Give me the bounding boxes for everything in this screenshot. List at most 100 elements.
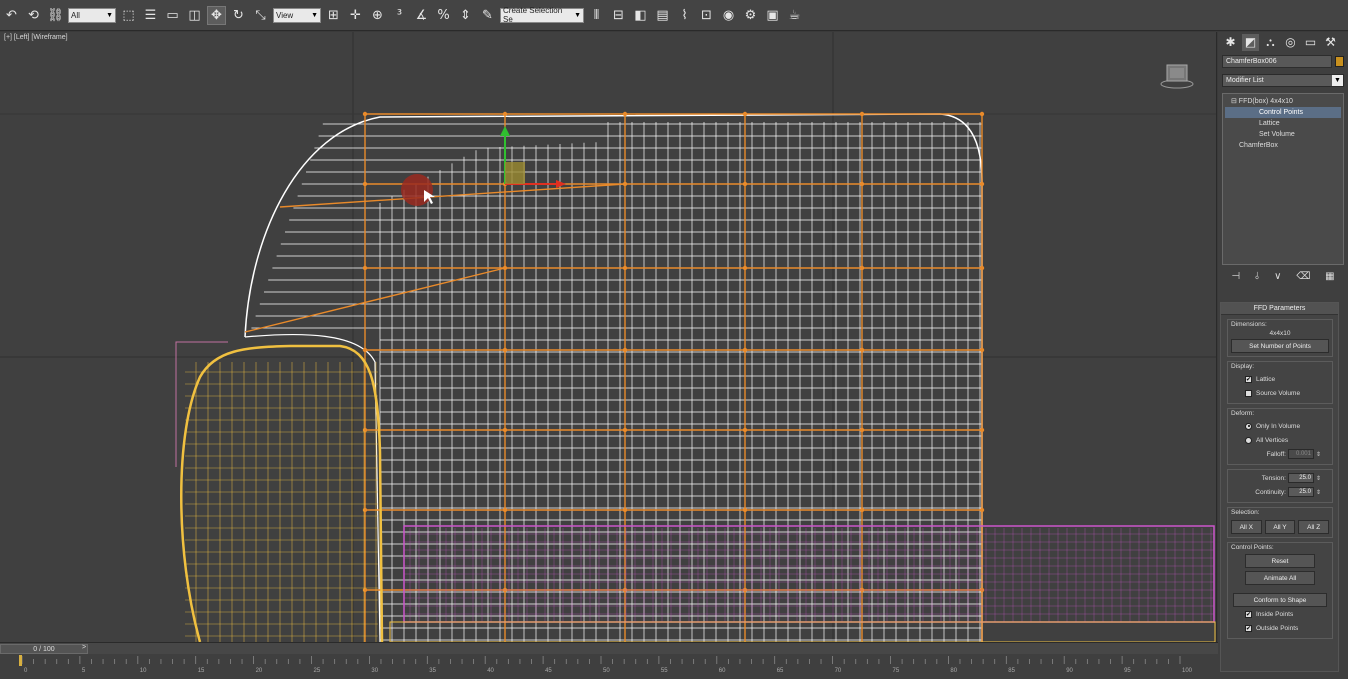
redo-icon[interactable]: ⟲	[24, 6, 43, 25]
undo-icon[interactable]: ↶	[2, 6, 21, 25]
checkbox-checked-icon[interactable]: ✔	[1245, 610, 1252, 618]
pivot-icon[interactable]: ⊞	[324, 6, 343, 25]
rendered-frame-icon[interactable]: ▣	[763, 6, 782, 25]
outside-points-checkbox[interactable]: ✔ Outside Points	[1231, 621, 1329, 635]
graphite-icon[interactable]: ▤	[653, 6, 672, 25]
falloff-spinner[interactable]: 0.001	[1287, 449, 1314, 459]
create-tab[interactable]: ✱	[1222, 34, 1239, 51]
modifier-list-dropdown[interactable]: Modifier List ▼	[1222, 74, 1344, 87]
link-icon[interactable]: ⛓	[46, 6, 65, 25]
left-viewport[interactable]: [+] [Left] [Wireframe]	[0, 32, 1217, 642]
spinner-snap-icon[interactable]: ⇕	[456, 6, 475, 25]
lattice-control-point	[979, 265, 985, 271]
object-color-swatch[interactable]	[1335, 56, 1344, 67]
next-frame-button[interactable]: >	[82, 644, 86, 651]
lattice-control-point	[362, 507, 368, 513]
stack-item[interactable]: ⊟ FFD(box) 4x4x10	[1225, 96, 1341, 107]
stack-item[interactable]: Control Points	[1225, 107, 1341, 118]
spinner-arrows-icon[interactable]: ⇕	[1316, 451, 1321, 458]
angle-snap-icon[interactable]: ∡	[412, 6, 431, 25]
selection-filter-dropdown[interactable]: All ▼	[68, 7, 116, 23]
checkbox-unchecked-icon[interactable]	[1245, 389, 1252, 397]
window-crossing-icon[interactable]: ◫	[185, 6, 204, 25]
set-number-of-points-button[interactable]: Set Number of Points	[1231, 339, 1329, 353]
show-end-result-icon[interactable]: ⫰	[1255, 271, 1259, 282]
select-object-icon[interactable]: ⬚	[119, 6, 138, 25]
time-slider-track[interactable]: 0 / 100 >	[0, 642, 1218, 654]
checkbox-checked-icon[interactable]: ✔	[1245, 375, 1252, 383]
object-name-field[interactable]: ChamferBox006	[1222, 55, 1332, 68]
all-vertices-radio[interactable]: All Vertices	[1231, 433, 1329, 447]
timeline-tick-label: 95	[1124, 668, 1131, 674]
percent-snap-icon[interactable]: %	[434, 6, 453, 25]
layer-icon[interactable]: ◧	[631, 6, 650, 25]
rotate-icon[interactable]: ↻	[229, 6, 248, 25]
tension-spinner[interactable]: 25.0	[1287, 473, 1314, 483]
time-slider-thumb[interactable]: 0 / 100	[0, 644, 88, 654]
continuity-label: Continuity:	[1255, 488, 1286, 496]
all-z-button[interactable]: All Z	[1298, 520, 1330, 534]
remove-modifier-icon[interactable]: ⌫	[1296, 271, 1310, 282]
seat-cushion-wireframe	[180, 344, 384, 642]
inside-points-checkbox[interactable]: ✔ Inside Points	[1231, 607, 1329, 621]
radio-off-icon[interactable]	[1245, 436, 1252, 444]
gizmo-y-arrow	[500, 126, 510, 136]
main-toolbar: ↶ ⟲ ⛓ All ▼ ⬚ ☰ ▭ ◫ ✥ ↻ ⤡ View ▼ ⊞ ✛ ⊕ ³ ∡…	[0, 0, 1348, 31]
lattice-checkbox[interactable]: ✔ Lattice	[1231, 372, 1329, 386]
stack-item[interactable]: Set Volume	[1225, 129, 1341, 140]
render-setup-icon[interactable]: ⚙	[741, 6, 760, 25]
modifier-stack[interactable]: ⊟ FFD(box) 4x4x10 Control Points Lattice Se…	[1222, 93, 1344, 265]
radio-on-icon[interactable]	[1245, 422, 1252, 430]
render-icon[interactable]: ☕	[785, 6, 804, 25]
scale-icon[interactable]: ⤡	[251, 6, 270, 25]
make-unique-icon[interactable]: ∨	[1274, 271, 1281, 282]
timeline-tick-label: 55	[661, 668, 668, 674]
rollout-title[interactable]: FFD Parameters	[1221, 303, 1338, 315]
spinner-arrows-icon[interactable]: ⇕	[1316, 489, 1321, 496]
viewcube-icon[interactable]	[1160, 60, 1194, 90]
select-manipulate-icon[interactable]: ✛	[346, 6, 365, 25]
only-in-volume-radio[interactable]: Only In Volume	[1231, 419, 1329, 433]
stack-item[interactable]: ChamferBox	[1225, 140, 1341, 151]
edit-named-sel-icon[interactable]: ✎	[478, 6, 497, 25]
stack-item-label: Set Volume	[1259, 131, 1295, 138]
keyboard-shortcut-icon[interactable]: ⊕	[368, 6, 387, 25]
animate-all-button[interactable]: Animate All	[1245, 571, 1315, 585]
conform-to-shape-button[interactable]: Conform to Shape	[1233, 593, 1327, 607]
timeline-tick-label: 60	[719, 668, 726, 674]
current-frame-marker[interactable]	[19, 655, 22, 666]
move-icon[interactable]: ✥	[207, 5, 226, 25]
stack-item[interactable]: Lattice	[1225, 118, 1341, 129]
utilities-tab[interactable]: ⚒	[1322, 34, 1339, 51]
named-selection-dropdown[interactable]: Create Selection Se ▼	[500, 6, 584, 24]
reset-button[interactable]: Reset	[1245, 554, 1315, 568]
track-bar-ruler[interactable]: 0 5 10 15 20 25 30 35 40 45 50 55 60 65 70 75 80 85 90 95 10…	[0, 654, 1218, 679]
chevron-down-icon[interactable]: ▼	[1332, 75, 1343, 86]
mirror-icon[interactable]: ⫴	[587, 6, 606, 25]
checkbox-checked-icon[interactable]: ✔	[1245, 624, 1252, 632]
select-by-name-icon[interactable]: ☰	[141, 6, 160, 25]
stack-tools: ⊣ ⫰ ∨ ⌫ ▦	[1218, 265, 1348, 282]
viewport-label[interactable]: [+] [Left] [Wireframe]	[4, 34, 68, 41]
rect-select-icon[interactable]: ▭	[163, 6, 182, 25]
pin-stack-icon[interactable]: ⊣	[1231, 271, 1240, 282]
source-volume-checkbox[interactable]: Source Volume	[1231, 386, 1329, 400]
curve-editor-icon[interactable]: ⌇	[675, 6, 694, 25]
track-bar[interactable]: 0 5 10 15 20 25 30 35 40 45 50 55 60 65 70 75 80 85 90 95 10…	[0, 654, 1218, 679]
modify-tab[interactable]: ◩	[1242, 33, 1259, 51]
schematic-icon[interactable]: ⊡	[697, 6, 716, 25]
material-editor-icon[interactable]: ◉	[719, 6, 738, 25]
all-y-button[interactable]: All Y	[1264, 520, 1296, 534]
configure-sets-icon[interactable]: ▦	[1325, 271, 1334, 282]
viewport-canvas[interactable]	[0, 32, 1217, 642]
display-tab[interactable]: ▭	[1302, 34, 1319, 51]
hierarchy-tab[interactable]: ⛬	[1262, 34, 1279, 51]
snaps-icon[interactable]: ³	[390, 6, 409, 25]
motion-tab[interactable]: ◎	[1282, 34, 1299, 51]
spinner-arrows-icon[interactable]: ⇕	[1316, 475, 1321, 482]
ref-coord-dropdown[interactable]: View ▼	[273, 7, 321, 23]
all-x-button[interactable]: All X	[1231, 520, 1262, 534]
continuity-spinner[interactable]: 25.0	[1287, 487, 1314, 497]
timeline-tick-label: 75	[893, 668, 900, 674]
align-icon[interactable]: ⊟	[609, 6, 628, 25]
